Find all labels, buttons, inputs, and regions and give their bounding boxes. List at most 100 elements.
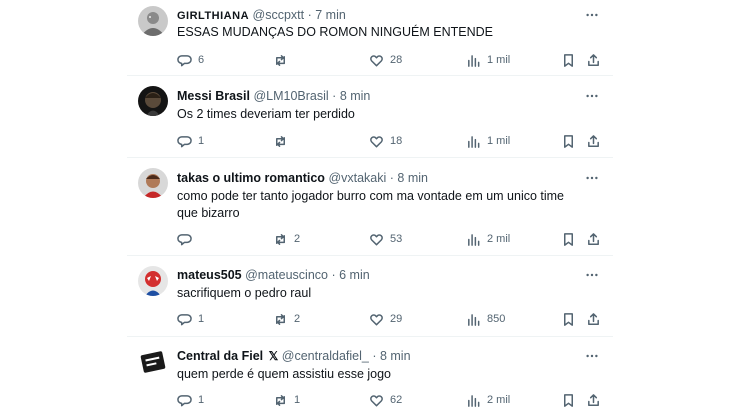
- x-badge-icon: 𝕏: [268, 349, 279, 363]
- like-icon: [370, 54, 383, 66]
- views-button[interactable]: 2 mil: [466, 392, 510, 408]
- timestamp[interactable]: 8 min: [340, 89, 371, 103]
- bookmark-button[interactable]: [561, 392, 576, 408]
- like-button[interactable]: 53: [369, 231, 402, 247]
- tweet[interactable]: Messi Brasil @LM10Brasil · 8 min Os 2 ti…: [127, 76, 613, 158]
- tweet-text: como pode ter tanto jogador burro com ma…: [177, 189, 565, 220]
- share-button[interactable]: [586, 392, 601, 408]
- tweet[interactable]: mateus505 @mateuscinco · 6 min sacrifiqu…: [127, 256, 613, 337]
- avatar[interactable]: [138, 6, 168, 36]
- timestamp[interactable]: 6 min: [339, 268, 370, 282]
- tweet-header: takas o ultimo romantico @vxtakaki · 8 m…: [177, 171, 573, 186]
- reply-timeline: GIRLTHIANA @sccpxtt · 7 min ESSAS MUDANÇ…: [127, 0, 613, 416]
- like-icon: [370, 394, 383, 406]
- like-icon: [370, 313, 383, 325]
- display-name[interactable]: Messi Brasil: [177, 89, 250, 103]
- reply-button[interactable]: 1: [177, 133, 204, 149]
- handle[interactable]: @LM10Brasil: [253, 89, 328, 103]
- separator: ·: [332, 89, 337, 103]
- like-button[interactable]: 29: [369, 311, 402, 327]
- more-icon[interactable]: [585, 89, 599, 103]
- tweet-actions: 1 18 1 mil: [177, 133, 613, 149]
- repost-button[interactable]: 2: [273, 231, 300, 247]
- avatar[interactable]: [138, 266, 168, 296]
- handle[interactable]: @sccpxtt: [253, 8, 305, 22]
- repost-icon: [276, 313, 285, 325]
- handle[interactable]: @centraldafiel_: [282, 349, 369, 363]
- views-button[interactable]: 2 mil: [466, 231, 510, 247]
- share-button[interactable]: [586, 52, 601, 68]
- repost-button[interactable]: 2: [273, 311, 300, 327]
- share-icon: [588, 232, 599, 245]
- views-count: 1 mil: [487, 135, 511, 147]
- bookmark-button[interactable]: [561, 231, 576, 247]
- like-button[interactable]: 62: [369, 392, 402, 408]
- display-name[interactable]: GIRLTHIANA: [177, 10, 249, 22]
- reply-button[interactable]: [177, 231, 198, 247]
- handle[interactable]: @mateuscinco: [245, 268, 328, 282]
- views-button[interactable]: 1 mil: [466, 52, 510, 68]
- tweet[interactable]: GIRLTHIANA @sccpxtt · 7 min ESSAS MUDANÇ…: [127, 0, 613, 76]
- reply-icon: [177, 233, 192, 245]
- bookmark-button[interactable]: [561, 133, 576, 149]
- more-icon[interactable]: [585, 8, 599, 22]
- tweet[interactable]: takas o ultimo romantico @vxtakaki · 8 m…: [127, 158, 613, 256]
- like-count: 53: [390, 233, 403, 245]
- views-button[interactable]: 850: [466, 311, 505, 327]
- tweet-actions: 6 28 1 mil: [177, 52, 613, 68]
- reply-count: 1: [198, 135, 205, 147]
- views-count: 2 mil: [487, 233, 511, 245]
- bookmark-icon: [564, 393, 573, 407]
- views-button[interactable]: 1 mil: [466, 133, 510, 149]
- share-button[interactable]: [586, 311, 601, 327]
- like-count: 28: [390, 54, 403, 66]
- handle[interactable]: @vxtakaki: [328, 171, 386, 185]
- views-count: 2 mil: [487, 394, 511, 406]
- repost-button[interactable]: [273, 52, 294, 68]
- views-icon: [468, 54, 480, 67]
- like-button[interactable]: 28: [369, 52, 402, 68]
- tweet-text: sacrifiquem o pedro raul: [177, 286, 312, 300]
- tweet-actions: 1 1 62 2 mil: [177, 392, 613, 408]
- tweet[interactable]: Central da Fiel 𝕏 @centraldafiel_ · 8 mi…: [127, 337, 613, 416]
- repost-button[interactable]: [273, 133, 294, 149]
- views-icon: [468, 233, 480, 246]
- like-count: 62: [390, 394, 403, 406]
- tweet-header: Central da Fiel 𝕏 @centraldafiel_ · 8 mi…: [177, 349, 573, 364]
- tweet-text: Os 2 times deveriam ter perdido: [177, 107, 355, 121]
- bookmark-button[interactable]: [561, 311, 576, 327]
- reply-button[interactable]: 1: [177, 392, 204, 408]
- avatar[interactable]: [138, 347, 168, 377]
- reply-button[interactable]: 1: [177, 311, 204, 327]
- timestamp[interactable]: 8 min: [397, 171, 428, 185]
- separator: ·: [389, 171, 394, 185]
- tweet-header: Messi Brasil @LM10Brasil · 8 min: [177, 89, 573, 104]
- bookmark-icon: [564, 134, 573, 148]
- reply-count: 1: [198, 313, 205, 325]
- repost-button[interactable]: 1: [273, 392, 300, 408]
- display-name[interactable]: mateus505: [177, 268, 242, 282]
- avatar[interactable]: [138, 168, 168, 198]
- display-name[interactable]: Central da Fiel: [177, 349, 263, 363]
- like-icon: [370, 233, 383, 245]
- bookmark-icon: [564, 232, 573, 246]
- repost-count: 2: [294, 313, 301, 325]
- timestamp[interactable]: 7 min: [315, 8, 346, 22]
- bookmark-button[interactable]: [561, 52, 576, 68]
- more-icon[interactable]: [585, 268, 599, 282]
- more-icon[interactable]: [585, 171, 599, 185]
- share-button[interactable]: [586, 231, 601, 247]
- display-name[interactable]: takas o ultimo romantico: [177, 171, 325, 185]
- like-count: 29: [390, 313, 403, 325]
- like-button[interactable]: 18: [369, 133, 402, 149]
- avatar[interactable]: [138, 86, 168, 116]
- share-button[interactable]: [586, 133, 601, 149]
- reply-button[interactable]: 6: [177, 52, 204, 68]
- timestamp[interactable]: 8 min: [380, 349, 411, 363]
- reply-icon: [177, 313, 192, 325]
- views-count: 1 mil: [487, 54, 511, 66]
- separator: ·: [331, 268, 336, 282]
- repost-count: 2: [294, 233, 301, 245]
- share-icon: [588, 53, 599, 66]
- more-icon[interactable]: [585, 349, 599, 363]
